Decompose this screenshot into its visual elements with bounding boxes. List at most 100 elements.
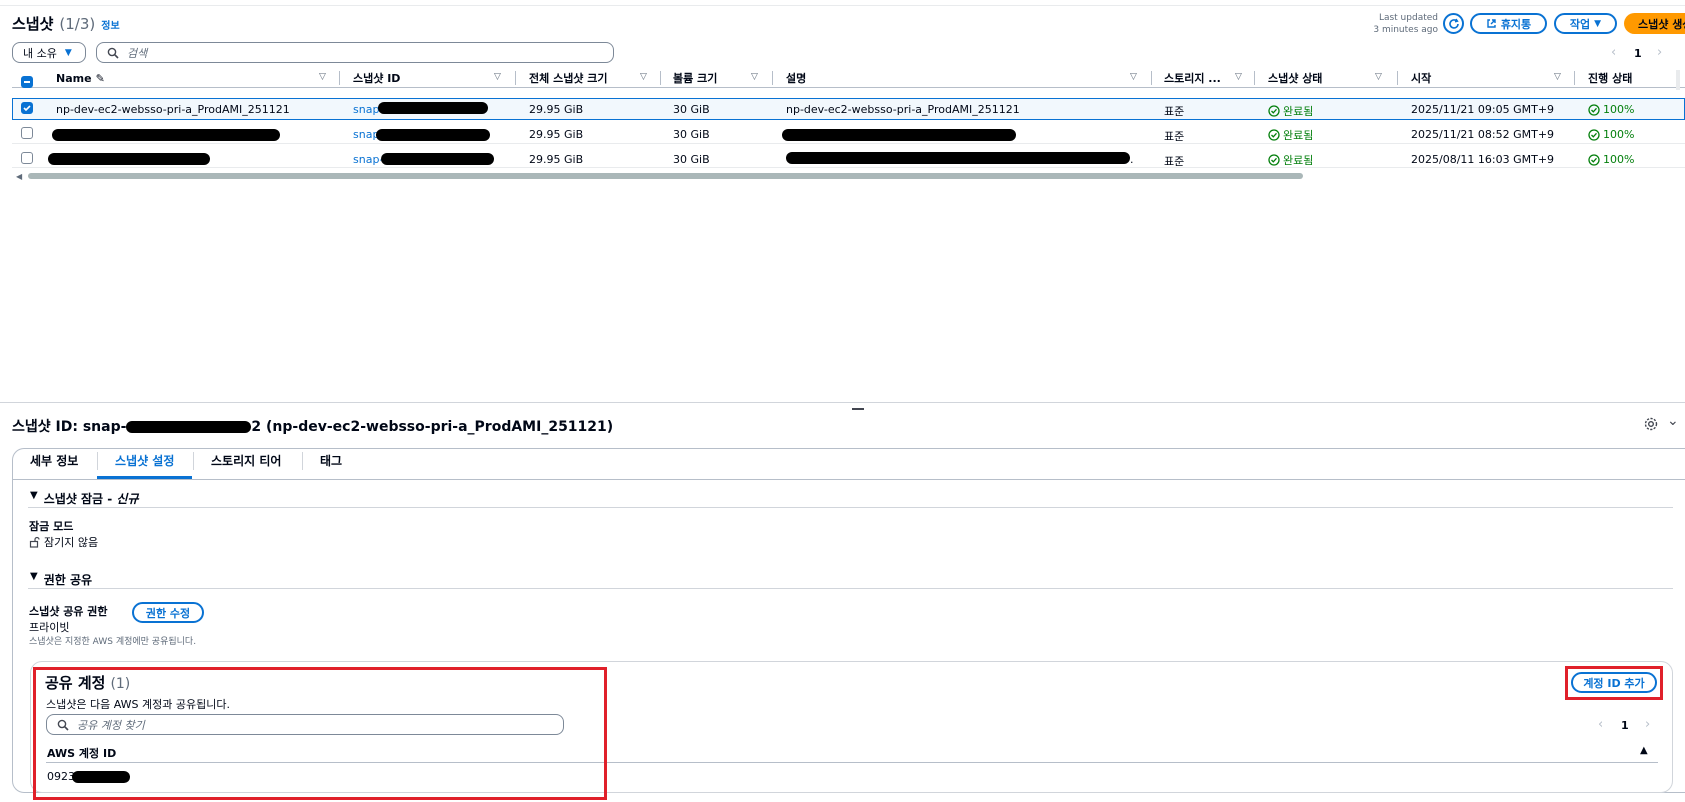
sort-icon[interactable]: ▽ xyxy=(494,72,501,82)
row-state-label: 완료됨 xyxy=(1283,105,1314,118)
col-header-label: 시작 xyxy=(1411,72,1432,85)
tab-separator xyxy=(302,452,303,470)
settings-button[interactable] xyxy=(1643,416,1659,432)
column-divider[interactable] xyxy=(1397,71,1398,85)
info-link[interactable]: 정보 xyxy=(101,17,119,32)
col-header-snapshot-id[interactable]: 스냅샷 ID xyxy=(353,70,400,86)
col-header-label: 스냅샷 ID xyxy=(353,72,401,85)
chevron-down-icon[interactable]: ⌄ xyxy=(1667,413,1679,429)
row-storage: 표준 xyxy=(1164,130,1185,143)
edit-permission-label: 권한 수정 xyxy=(145,606,191,620)
row-description: . xyxy=(1130,153,1134,166)
owner-filter-value: 내 소유 xyxy=(23,46,57,60)
detail-title: 스냅샷 ID: snap- 2 (np-dev-ec2-websso-pri-a_… xyxy=(12,416,613,436)
caret-down-icon: ▼ xyxy=(30,571,38,582)
tab-storage-tier[interactable]: 스토리지 티어 xyxy=(211,452,281,469)
row-state: 완료됨 xyxy=(1268,103,1313,119)
refresh-button[interactable] xyxy=(1443,13,1464,34)
row-description: np-dev-ec2-websso-pri-a_ProdAMI_251121 xyxy=(786,103,1020,116)
check-icon xyxy=(23,105,31,112)
tabs-divider xyxy=(12,479,1685,480)
row-progress: 100% xyxy=(1588,153,1634,166)
unlock-icon xyxy=(29,536,40,548)
col-header-progress[interactable]: 진행 상태 xyxy=(1588,70,1632,86)
redaction-mark xyxy=(381,153,494,165)
column-divider[interactable] xyxy=(515,71,516,85)
create-snapshot-button[interactable]: 스냅샷 생성 xyxy=(1624,13,1685,34)
tab-snapshot-settings[interactable]: 스냅샷 설정 xyxy=(115,452,174,469)
col-header-label: 스냅샷 상태 xyxy=(1268,72,1323,85)
row-state: 완료됨 xyxy=(1268,152,1313,168)
row-volume-size: 30 GiB xyxy=(673,103,710,116)
section-divider xyxy=(28,507,1673,508)
sort-icon[interactable]: ▽ xyxy=(640,72,647,82)
lock-section-header[interactable]: ▼ 스냅샷 잠금 - 신규 xyxy=(30,490,139,507)
sort-icon[interactable]: ▽ xyxy=(1375,72,1382,82)
page-number[interactable]: 1 xyxy=(1621,719,1629,732)
col-header-state[interactable]: 스냅샷 상태 xyxy=(1268,70,1322,86)
recycle-bin-label: 휴지통 xyxy=(1500,17,1532,31)
col-header-label: Name xyxy=(56,71,92,85)
sort-icon[interactable]: ▽ xyxy=(1554,72,1561,82)
col-header-label: 볼륨 크기 xyxy=(673,72,718,85)
table-edge xyxy=(1676,70,1680,90)
lock-section-title: 스냅샷 잠금 - xyxy=(43,492,117,506)
redaction-mark xyxy=(48,153,210,165)
recycle-bin-button[interactable]: 휴지통 xyxy=(1470,13,1547,34)
row-checkbox[interactable] xyxy=(21,102,33,114)
col-header-storage[interactable]: 스토리지 ... xyxy=(1164,70,1221,86)
column-divider[interactable] xyxy=(339,71,340,85)
sort-icon[interactable]: ▽ xyxy=(1130,72,1137,82)
row-checkbox[interactable] xyxy=(21,152,33,164)
actions-button[interactable]: 작업 ▼ xyxy=(1554,13,1617,34)
row-progress-label: 100% xyxy=(1603,128,1635,141)
active-tab-indicator xyxy=(97,476,192,479)
col-header-label: 전체 스냅샷 크기 xyxy=(529,72,608,85)
tab-details[interactable]: 세부 정보 xyxy=(30,452,78,469)
success-icon xyxy=(1588,128,1600,141)
row-checkbox[interactable] xyxy=(21,127,33,139)
row-started: 2025/11/21 08:52 GMT+9 xyxy=(1411,128,1555,141)
sort-ascending-icon[interactable]: ▲ xyxy=(1640,745,1648,756)
col-header-label: 진행 상태 xyxy=(1588,72,1633,85)
select-all-checkbox[interactable] xyxy=(21,76,33,88)
next-page-icon[interactable]: › xyxy=(1645,717,1650,732)
col-header-full-size[interactable]: 전체 스냅샷 크기 xyxy=(529,70,608,86)
row-progress: 100% xyxy=(1588,103,1634,116)
col-header-description[interactable]: 설명 xyxy=(786,70,806,86)
sort-icon[interactable]: ▽ xyxy=(1235,72,1242,82)
col-header-name[interactable]: Name ✎ xyxy=(56,70,105,86)
last-updated-label: Last updated xyxy=(1378,13,1438,23)
new-label: 신규 xyxy=(116,492,139,506)
resize-handle[interactable] xyxy=(852,408,864,410)
horizontal-scrollbar[interactable] xyxy=(28,173,1303,179)
col-header-volume-size[interactable]: 볼륨 크기 xyxy=(673,70,717,86)
tab-tags[interactable]: 태그 xyxy=(320,452,342,469)
column-divider[interactable] xyxy=(660,71,661,85)
column-divider[interactable] xyxy=(1151,71,1152,85)
detail-title-suffix: 2 (np-dev-ec2-websso-pri-a_ProdAMI_25112… xyxy=(251,419,614,435)
sort-icon[interactable]: ▽ xyxy=(319,72,326,82)
top-divider xyxy=(0,5,1685,6)
row-snapshot-id[interactable]: snap- xyxy=(353,153,383,166)
prev-page-icon[interactable]: ‹ xyxy=(1611,45,1616,60)
caret-down-icon: ▼ xyxy=(1594,18,1602,29)
column-divider[interactable] xyxy=(1254,71,1255,85)
row-progress-label: 100% xyxy=(1603,153,1635,166)
permission-section-header[interactable]: ▼ 권한 공유 xyxy=(30,571,92,588)
column-divider[interactable] xyxy=(1574,71,1575,85)
prev-page-icon[interactable]: ‹ xyxy=(1598,717,1603,732)
column-divider[interactable] xyxy=(772,71,773,85)
edit-permission-button[interactable]: 권한 수정 xyxy=(132,602,204,623)
caret-down-icon: ▼ xyxy=(64,47,72,58)
col-header-started[interactable]: 시작 xyxy=(1411,70,1431,86)
page-number[interactable]: 1 xyxy=(1634,47,1642,60)
owner-filter-select[interactable]: 내 소유 ▼ xyxy=(12,42,86,63)
row-started: 2025/08/11 16:03 GMT+9 xyxy=(1411,153,1555,166)
next-page-icon[interactable]: › xyxy=(1657,45,1662,60)
row-name: np-dev-ec2-websso-pri-a_ProdAMI_251121 xyxy=(56,103,290,116)
highlight-box xyxy=(1565,666,1663,700)
search-input[interactable]: 검색 xyxy=(96,42,614,63)
scroll-left-icon[interactable]: ◀ xyxy=(16,172,22,181)
sort-icon[interactable]: ▽ xyxy=(751,72,758,82)
